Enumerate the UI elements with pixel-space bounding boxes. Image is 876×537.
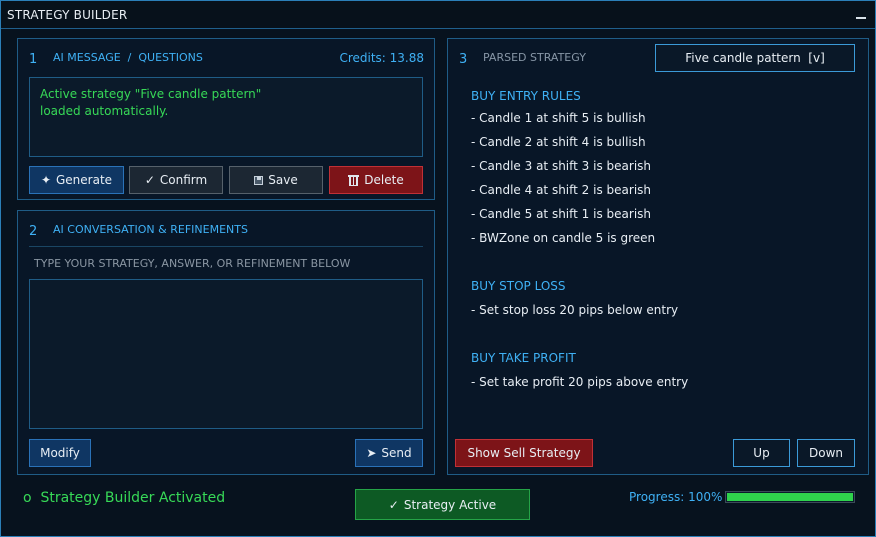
minimize-icon[interactable] bbox=[855, 7, 867, 21]
check-icon: ✓ bbox=[144, 173, 155, 187]
save-label: Save bbox=[268, 173, 298, 187]
show-sell-strategy-label: Show Sell Strategy bbox=[467, 446, 581, 460]
input-hint: TYPE YOUR STRATEGY, ANSWER, OR REFINEMEN… bbox=[34, 257, 351, 270]
buy-entry-rule: - Candle 4 at shift 2 is bearish bbox=[471, 183, 652, 197]
panel-number-3: 3 bbox=[459, 52, 468, 67]
sparkle-icon: ✦ bbox=[40, 173, 51, 187]
progress-fill bbox=[727, 493, 853, 501]
strategy-selector-label: Five candle pattern [v] bbox=[685, 51, 825, 65]
show-sell-strategy-button[interactable]: Show Sell Strategy bbox=[455, 439, 593, 467]
panel-title-ai-conversation: AI CONVERSATION & REFINEMENTS bbox=[53, 223, 248, 236]
title-bar: STRATEGY BUILDER bbox=[1, 1, 875, 29]
up-button[interactable]: Up bbox=[733, 439, 790, 467]
progress-label: Progress: 100% bbox=[629, 490, 723, 504]
generate-label: Generate bbox=[56, 173, 113, 187]
ai-message-text: Active strategy "Five candle pattern" lo… bbox=[29, 77, 423, 157]
buy-take-profit-rule: - Set take profit 20 pips above entry bbox=[471, 375, 689, 389]
save-button[interactable]: Save bbox=[229, 166, 323, 194]
buy-entry-rule: - Candle 5 at shift 1 is bearish bbox=[471, 207, 652, 221]
strategy-active-label: Strategy Active bbox=[403, 497, 497, 512]
buy-stop-loss-heading: BUY STOP LOSS bbox=[471, 279, 566, 293]
send-label: Send bbox=[381, 446, 412, 460]
parsed-strategy-panel: 3 PARSED STRATEGY Five candle pattern [v… bbox=[447, 38, 869, 475]
strategy-selector-dropdown[interactable]: Five candle pattern [v] bbox=[655, 44, 855, 72]
panel-title-ai-message: AI MESSAGE / QUESTIONS bbox=[53, 51, 203, 64]
ai-conversation-panel: 2 AI CONVERSATION & REFINEMENTS TYPE YOU… bbox=[17, 210, 435, 475]
buy-entry-rule: - Candle 3 at shift 3 is bearish bbox=[471, 159, 652, 173]
panel-number-1: 1 bbox=[29, 52, 38, 67]
strategy-builder-window: STRATEGY BUILDER 1 AI MESSAGE / QUESTION… bbox=[0, 0, 876, 537]
modify-label: Modify bbox=[40, 446, 80, 460]
ai-message-panel: 1 AI MESSAGE / QUESTIONS Credits: 13.88 … bbox=[17, 38, 435, 200]
modify-button[interactable]: Modify bbox=[29, 439, 91, 467]
buy-entry-rule: - BWZone on candle 5 is green bbox=[471, 231, 656, 245]
status-text: o Strategy Builder Activated bbox=[23, 490, 226, 506]
strategy-active-button[interactable]: ✓ Strategy Active bbox=[355, 489, 530, 520]
buy-entry-rule: - Candle 1 at shift 5 is bullish bbox=[471, 111, 646, 125]
buy-take-profit-heading: BUY TAKE PROFIT bbox=[471, 351, 576, 365]
buy-stop-loss-rule: - Set stop loss 20 pips below entry bbox=[471, 303, 679, 317]
delete-label: Delete bbox=[364, 173, 404, 187]
generate-button[interactable]: ✦ Generate bbox=[29, 166, 124, 194]
confirm-button[interactable]: ✓ Confirm bbox=[129, 166, 223, 194]
panel-divider bbox=[29, 246, 423, 247]
buy-entry-rule: - Candle 2 at shift 4 is bullish bbox=[471, 135, 646, 149]
trash-icon bbox=[348, 174, 360, 186]
send-button[interactable]: ➤ Send bbox=[355, 439, 423, 467]
credits-label: Credits: 13.88 bbox=[339, 51, 424, 65]
check-icon: ✓ bbox=[388, 497, 399, 512]
down-label: Down bbox=[808, 446, 843, 460]
up-label: Up bbox=[753, 446, 770, 460]
panel-title-parsed-strategy: PARSED STRATEGY bbox=[483, 51, 586, 64]
floppy-disk-icon bbox=[254, 175, 264, 185]
progress-bar bbox=[725, 491, 855, 503]
panel-number-2: 2 bbox=[29, 224, 38, 239]
down-button[interactable]: Down bbox=[797, 439, 855, 467]
send-arrow-icon: ➤ bbox=[366, 446, 377, 460]
refinement-input[interactable] bbox=[29, 279, 423, 429]
confirm-label: Confirm bbox=[159, 173, 208, 187]
window-title: STRATEGY BUILDER bbox=[7, 8, 128, 22]
delete-button[interactable]: Delete bbox=[329, 166, 423, 194]
buy-entry-heading: BUY ENTRY RULES bbox=[471, 89, 581, 103]
